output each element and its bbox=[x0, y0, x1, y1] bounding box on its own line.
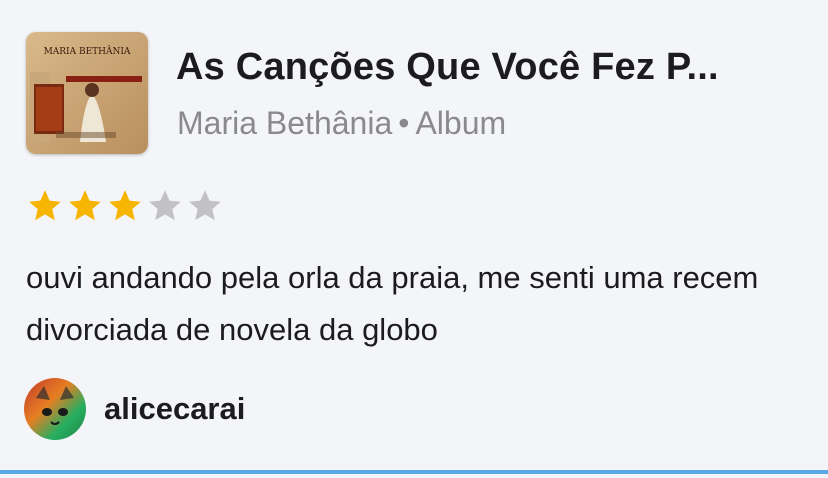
star-icon-1 bbox=[29, 190, 61, 221]
album-cover-text: MARIA BETHÂNIA bbox=[44, 45, 131, 57]
reviewer[interactable]: alicecarai bbox=[24, 378, 245, 440]
star-rating bbox=[26, 187, 224, 225]
star-icon-2 bbox=[69, 190, 101, 221]
username[interactable]: alicecarai bbox=[104, 391, 245, 427]
star-icon-5 bbox=[189, 190, 221, 221]
album-subtitle: Maria Bethânia • Album bbox=[177, 105, 506, 142]
avatar[interactable] bbox=[24, 378, 86, 440]
star-icon-4 bbox=[149, 190, 181, 221]
separator-dot: • bbox=[398, 105, 410, 141]
album-cover-image[interactable]: MARIA BETHÂNIA bbox=[26, 32, 148, 154]
review-card[interactable]: MARIA BETHÂNIA As Canções Que Você Fez P… bbox=[0, 0, 828, 474]
artist-name[interactable]: Maria Bethânia bbox=[177, 105, 392, 141]
review-text: ouvi andando pela orla da praia, me sent… bbox=[26, 260, 759, 347]
album-title[interactable]: As Canções Que Você Fez P... bbox=[176, 46, 719, 89]
item-type-label: Album bbox=[415, 105, 507, 141]
star-icon-3 bbox=[109, 190, 141, 221]
